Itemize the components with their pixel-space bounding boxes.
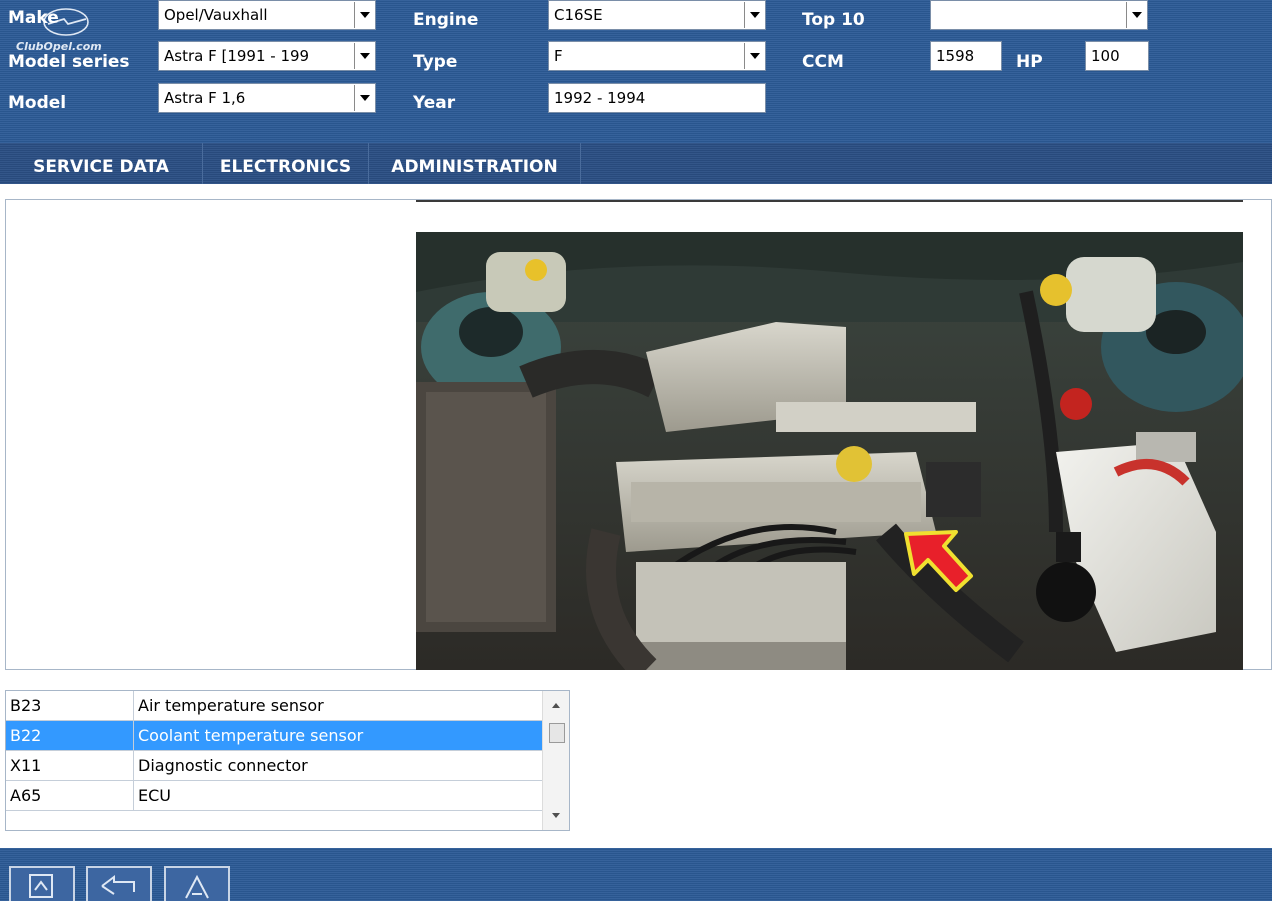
main-menu: SERVICE DATA ELECTRONICS ADMINISTRATION — [0, 143, 1272, 184]
component-list[interactable]: B23 Air temperature sensor B22 Coolant t… — [5, 690, 570, 831]
list-item[interactable]: B23 Air temperature sensor — [6, 691, 542, 721]
tab-service-data[interactable]: SERVICE DATA — [0, 143, 203, 184]
footer-toolbar — [0, 848, 1272, 901]
up-button[interactable] — [164, 866, 230, 901]
hp-value: 100 — [1091, 47, 1120, 65]
year-label: Year — [413, 93, 456, 113]
model-dropdown-arrow-icon[interactable] — [354, 85, 374, 111]
model-series-select[interactable]: Astra F [1991 - 199 — [158, 41, 376, 71]
model-select[interactable]: Astra F 1,6 — [158, 83, 376, 113]
component-view-panel — [5, 199, 1272, 670]
column-divider — [133, 691, 134, 720]
list-item-selected[interactable]: B22 Coolant temperature sensor — [6, 721, 542, 751]
scroll-down-arrow-icon[interactable] — [552, 813, 560, 818]
engine-value: C16SE — [554, 6, 603, 24]
ccm-label: CCM — [802, 52, 844, 72]
component-code: B23 — [10, 696, 42, 715]
component-code: A65 — [10, 786, 42, 805]
up-icon — [185, 874, 209, 899]
back-button[interactable] — [86, 866, 152, 901]
scroll-thumb[interactable] — [549, 723, 565, 743]
model-label: Model — [8, 93, 67, 113]
year-field[interactable]: 1992 - 1994 — [548, 83, 766, 113]
model-value: Astra F 1,6 — [164, 89, 246, 107]
list-scrollbar[interactable] — [542, 691, 569, 830]
type-value: F — [554, 47, 563, 65]
component-name: Air temperature sensor — [138, 696, 324, 715]
year-value: 1992 - 1994 — [554, 89, 646, 107]
type-dropdown-arrow-icon[interactable] — [744, 43, 764, 69]
column-divider — [133, 721, 134, 750]
scroll-up-arrow-icon[interactable] — [552, 703, 560, 708]
hp-field[interactable]: 100 — [1085, 41, 1149, 71]
column-divider — [133, 751, 134, 780]
top10-select[interactable] — [930, 0, 1148, 30]
component-name: Coolant temperature sensor — [138, 726, 364, 745]
model-series-label: Model series — [8, 52, 130, 72]
top10-label: Top 10 — [802, 10, 865, 30]
engine-dropdown-arrow-icon[interactable] — [744, 2, 764, 28]
ccm-value: 1598 — [936, 47, 975, 65]
make-select[interactable]: Opel/Vauxhall — [158, 0, 376, 30]
model-series-dropdown-arrow-icon[interactable] — [354, 43, 374, 69]
engine-select[interactable]: C16SE — [548, 0, 766, 30]
list-item[interactable]: X11 Diagnostic connector — [6, 751, 542, 781]
engine-label: Engine — [413, 10, 479, 30]
header-panel: ClubOpel.com Make Model series Model Ope… — [0, 0, 1272, 143]
type-label: Type — [413, 52, 458, 72]
back-icon — [101, 875, 135, 895]
type-select[interactable]: F — [548, 41, 766, 71]
hp-label: HP — [1016, 52, 1043, 72]
save-icon — [29, 874, 53, 898]
make-label: Make — [8, 8, 59, 28]
model-series-value: Astra F [1991 - 199 — [164, 47, 310, 65]
tab-electronics[interactable]: ELECTRONICS — [203, 143, 369, 184]
make-value: Opel/Vauxhall — [164, 6, 268, 24]
tab-administration[interactable]: ADMINISTRATION — [369, 143, 581, 184]
column-divider — [133, 781, 134, 810]
component-name: Diagnostic connector — [138, 756, 308, 775]
ccm-field[interactable]: 1598 — [930, 41, 1002, 71]
list-item[interactable]: A65 ECU — [6, 781, 542, 811]
component-code: B22 — [10, 726, 42, 745]
component-code: X11 — [10, 756, 42, 775]
save-button[interactable] — [9, 866, 75, 901]
make-dropdown-arrow-icon[interactable] — [354, 2, 374, 28]
engine-bay-photo — [416, 232, 1243, 670]
component-name: ECU — [138, 786, 171, 805]
top10-dropdown-arrow-icon[interactable] — [1126, 2, 1146, 28]
photo-top-border — [416, 200, 1243, 202]
